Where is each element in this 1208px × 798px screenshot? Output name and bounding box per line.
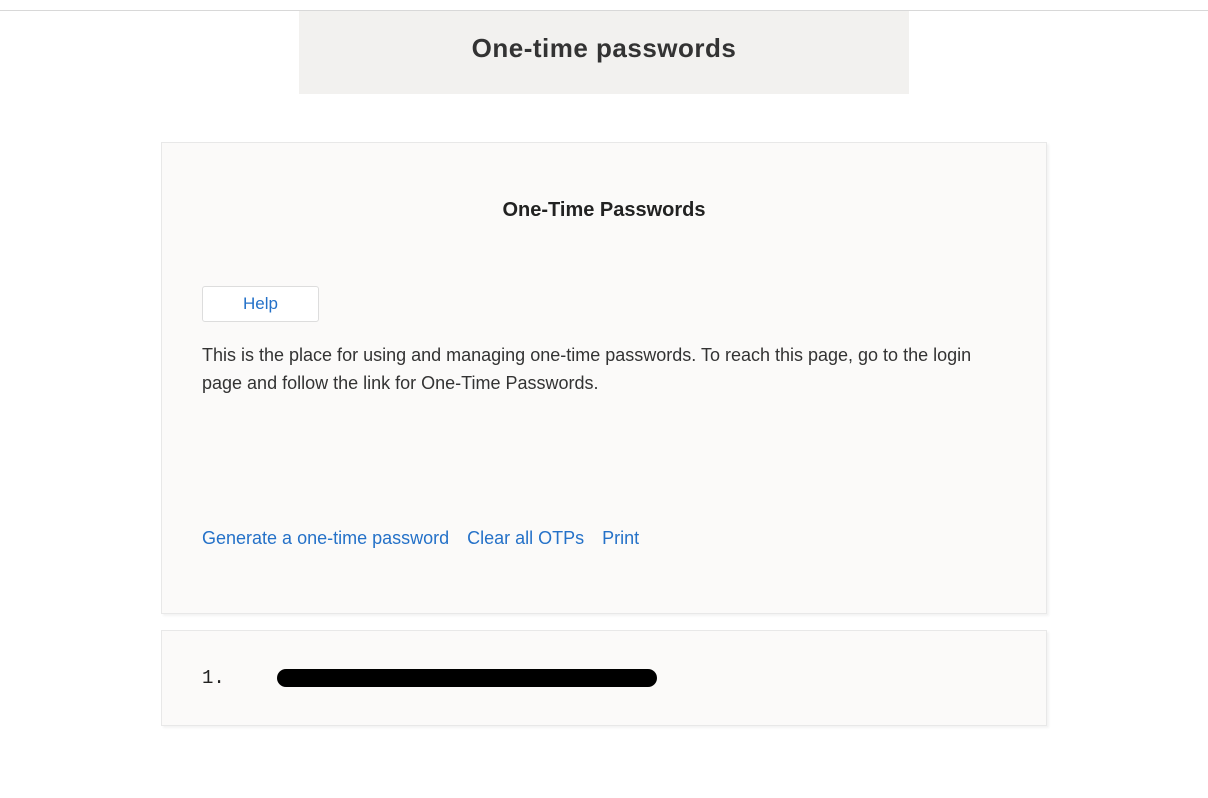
card-description: This is the place for using and managing… — [202, 342, 1006, 398]
generate-otp-link[interactable]: Generate a one-time password — [202, 528, 449, 549]
clear-otps-link[interactable]: Clear all OTPs — [467, 528, 584, 549]
header-band: One-time passwords — [299, 11, 909, 94]
page-title: One-time passwords — [299, 33, 909, 64]
otp-list-item: 1. — [161, 630, 1047, 726]
list-item-index: 1. — [202, 667, 225, 689]
otp-card: One-Time Passwords Help This is the plac… — [161, 142, 1047, 614]
redacted-otp-value — [277, 669, 657, 687]
help-button[interactable]: Help — [202, 286, 319, 322]
card-title: One-Time Passwords — [202, 199, 1006, 222]
action-links: Generate a one-time password Clear all O… — [202, 528, 1006, 549]
print-link[interactable]: Print — [602, 528, 639, 549]
help-button-label: Help — [243, 294, 278, 313]
